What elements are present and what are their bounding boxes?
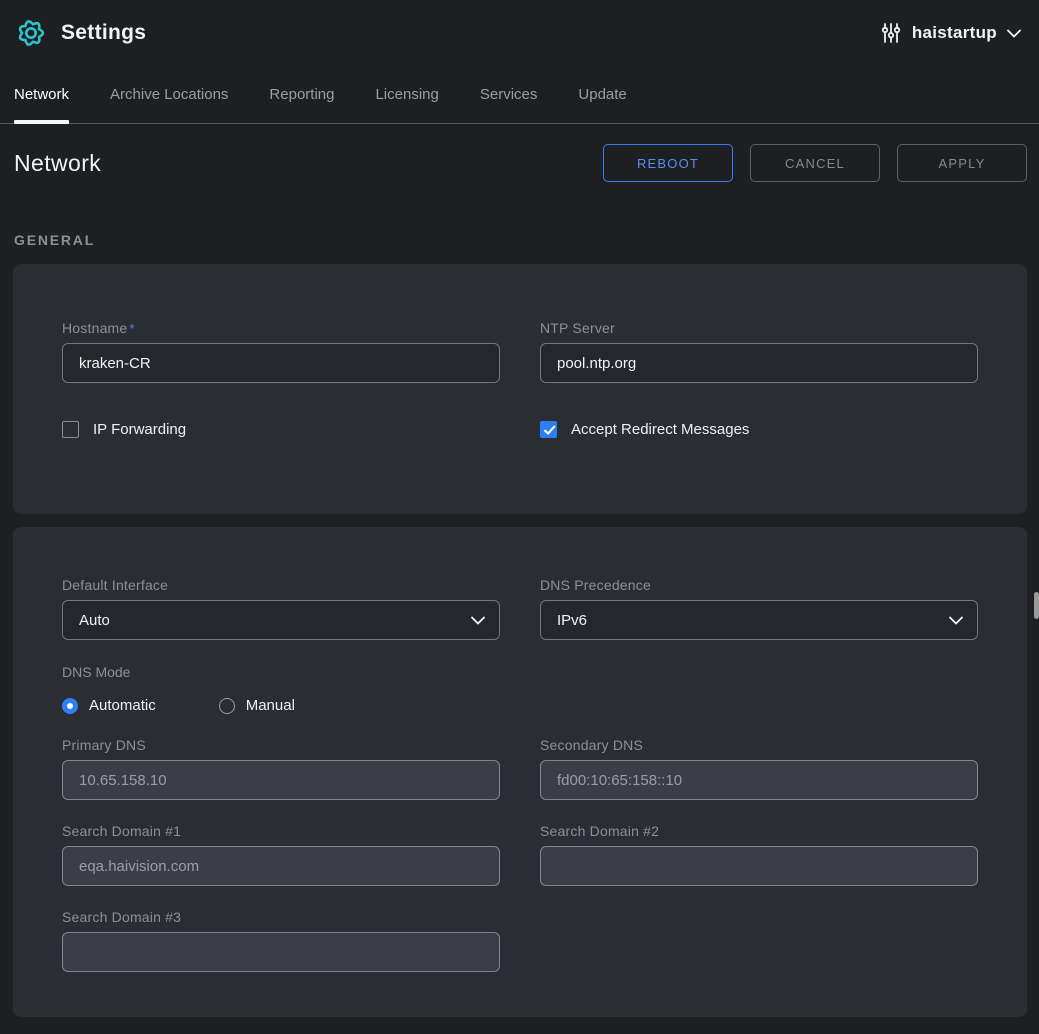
search-domain-1-label: Search Domain #1	[62, 823, 500, 839]
search-domain-1-input	[62, 846, 500, 886]
search-domain-2-input	[540, 846, 978, 886]
search-domain-1-field: Search Domain #1	[62, 823, 500, 886]
secondary-dns-field: Secondary DNS	[540, 737, 978, 800]
search-domain-2-field: Search Domain #2	[540, 823, 978, 886]
ntp-server-input[interactable]	[540, 343, 978, 383]
general-card: Hostname* NTP Server IP Forwarding Accep…	[13, 264, 1027, 514]
dns-precedence-select[interactable]: IPv6	[540, 600, 978, 640]
default-interface-label: Default Interface	[62, 577, 500, 593]
hostname-input[interactable]	[62, 343, 500, 383]
dns-mode-group: DNS Mode Automatic Manual	[62, 664, 978, 714]
required-asterisk: *	[129, 321, 134, 336]
chevron-down-icon	[471, 616, 485, 625]
search-domain-3-field: Search Domain #3	[62, 909, 500, 972]
tab-network[interactable]: Network	[14, 86, 69, 123]
dns-mode-label: DNS Mode	[62, 664, 130, 680]
dns-precedence-field: DNS Precedence IPv6	[540, 577, 978, 640]
search-domain-2-label: Search Domain #2	[540, 823, 978, 839]
search-domain-3-input	[62, 932, 500, 972]
ntp-server-label: NTP Server	[540, 320, 978, 336]
search-domain-3-label: Search Domain #3	[62, 909, 500, 925]
general-section-label: GENERAL	[0, 202, 1039, 264]
radio-automatic[interactable]	[62, 698, 78, 714]
default-interface-value: Auto	[79, 612, 471, 629]
secondary-dns-label: Secondary DNS	[540, 737, 978, 753]
page-head: Network REBOOT CANCEL APPLY	[0, 124, 1039, 202]
settings-tabbar: Network Archive Locations Reporting Lice…	[0, 66, 1039, 124]
sliders-icon	[880, 22, 902, 44]
dns-mode-manual-option[interactable]: Manual	[219, 697, 295, 714]
primary-dns-input	[62, 760, 500, 800]
ip-forwarding-label: IP Forwarding	[93, 421, 186, 438]
radio-automatic-label: Automatic	[89, 697, 156, 714]
dns-precedence-value: IPv6	[557, 612, 949, 629]
account-name: haistartup	[912, 23, 997, 43]
account-menu[interactable]: haistartup	[880, 22, 1021, 44]
page-app-title: Settings	[61, 21, 146, 45]
primary-dns-label: Primary DNS	[62, 737, 500, 753]
ntp-server-field: NTP Server	[540, 320, 978, 383]
secondary-dns-input	[540, 760, 978, 800]
primary-dns-field: Primary DNS	[62, 737, 500, 800]
accept-redirect-checkbox[interactable]	[540, 421, 557, 438]
cancel-button[interactable]: CANCEL	[750, 144, 880, 182]
dns-mode-automatic-option[interactable]: Automatic	[62, 697, 156, 714]
hostname-field: Hostname*	[62, 320, 500, 383]
tab-archive-locations[interactable]: Archive Locations	[110, 86, 228, 123]
tab-services[interactable]: Services	[480, 86, 538, 123]
tab-licensing[interactable]: Licensing	[375, 86, 438, 123]
accept-redirect-label: Accept Redirect Messages	[571, 421, 749, 438]
chevron-down-icon	[1007, 29, 1021, 38]
chevron-down-icon	[949, 616, 963, 625]
reboot-button[interactable]: REBOOT	[603, 144, 733, 182]
default-interface-field: Default Interface Auto	[62, 577, 500, 640]
settings-gear-icon	[14, 16, 48, 50]
page-title: Network	[14, 150, 101, 177]
scrollbar-thumb[interactable]	[1034, 592, 1039, 619]
hostname-label: Hostname	[62, 320, 127, 336]
app-header: Settings haistartup	[0, 0, 1039, 66]
dns-precedence-label: DNS Precedence	[540, 577, 978, 593]
network-card: Default Interface Auto DNS Precedence IP…	[13, 527, 1027, 1017]
ip-forwarding-checkbox[interactable]	[62, 421, 79, 438]
tab-update[interactable]: Update	[578, 86, 626, 123]
radio-manual-label: Manual	[246, 697, 295, 714]
default-interface-select[interactable]: Auto	[62, 600, 500, 640]
tab-reporting[interactable]: Reporting	[269, 86, 334, 123]
apply-button[interactable]: APPLY	[897, 144, 1027, 182]
radio-manual[interactable]	[219, 698, 235, 714]
